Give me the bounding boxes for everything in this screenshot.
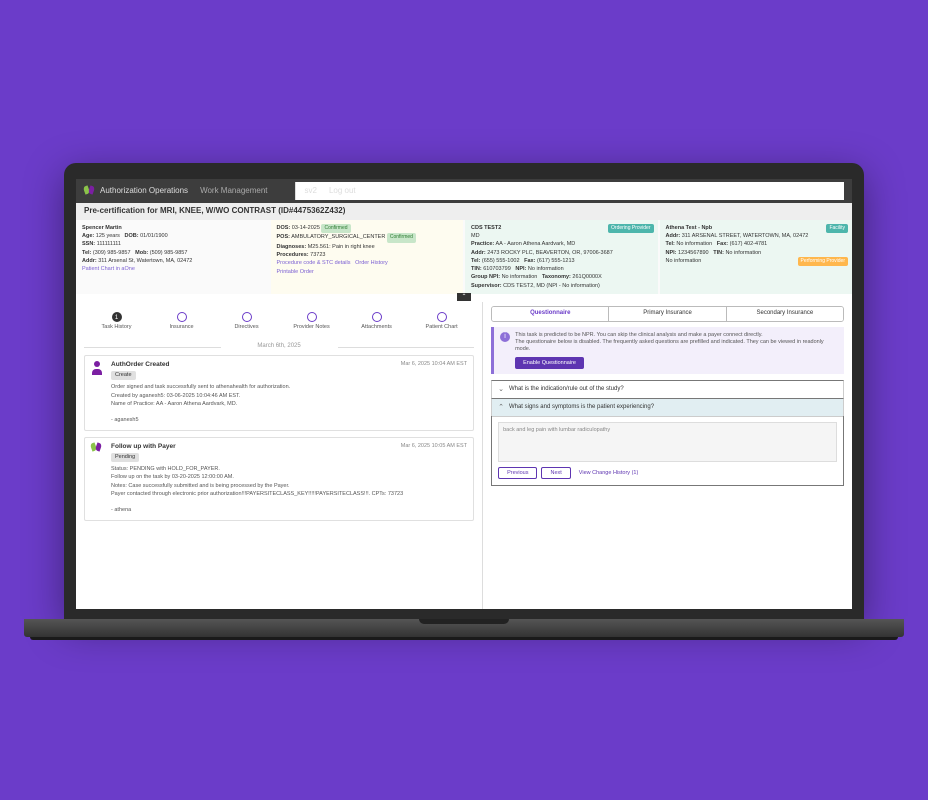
card-time: Mar 6, 2025 10:05 AM EST: [401, 443, 467, 451]
question-indication[interactable]: ⌄ What is the indication/rule out of the…: [491, 380, 844, 399]
info-icon: i: [500, 332, 510, 342]
question-panel: back and leg pain with lumbar radiculopa…: [491, 416, 844, 486]
leaf-icon: [91, 443, 101, 453]
date-divider: March 6th, 2025: [84, 343, 474, 351]
facility-panel: Facility Athena Test - Npb Addr: 311 ARS…: [660, 220, 853, 294]
step-patient-chart[interactable]: Patient Chart: [409, 312, 474, 331]
stepper: 1Task History Insurance Directives Provi…: [84, 306, 474, 337]
tab-questionnaire[interactable]: Questionnaire: [492, 307, 609, 321]
card-title: AuthOrder Created: [111, 361, 170, 369]
patient-panel: Spencer Martin Age: 125 years DOB: 01/01…: [76, 220, 269, 294]
proc-details-link[interactable]: Procedure code & STC details: [277, 260, 351, 266]
page-title: Pre-certification for MRI, KNEE, W/WO CO…: [76, 203, 852, 219]
nav-work-mgmt[interactable]: Work Management: [200, 186, 267, 196]
app-title: Authorization Operations: [100, 186, 188, 196]
printable-order-link[interactable]: Printable Order: [277, 269, 314, 275]
collapse-toggle[interactable]: ⌃: [457, 293, 471, 301]
person-icon: [91, 361, 103, 373]
topbar: Authorization Operations Work Management…: [76, 179, 852, 203]
ordering-provider-badge: Ordering Provider: [608, 224, 653, 234]
event-card-followup: Follow up with Payer Mar 6, 2025 10:05 A…: [84, 437, 474, 521]
card-title: Follow up with Payer: [111, 443, 176, 451]
question-symptoms[interactable]: ⌃ What signs and symptoms is the patient…: [491, 398, 844, 417]
ordering-provider-panel: Ordering Provider CDS TEST2 MD Practice:…: [465, 220, 658, 294]
right-tabs: Questionnaire Primary Insurance Secondar…: [491, 306, 844, 322]
info-panels: Spencer Martin Age: 125 years DOB: 01/01…: [76, 220, 852, 294]
tab-primary-insurance[interactable]: Primary Insurance: [609, 307, 726, 321]
npr-alert: i This task is predicted to be NPR. You …: [491, 327, 844, 374]
step-task-history[interactable]: 1Task History: [84, 312, 149, 331]
facility-badge: Facility: [826, 224, 848, 234]
chevron-up-icon: ⌃: [498, 403, 504, 412]
logout-link[interactable]: Log out: [329, 186, 356, 196]
step-attachments[interactable]: Attachments: [344, 312, 409, 331]
previous-button[interactable]: Previous: [498, 467, 537, 479]
next-button[interactable]: Next: [541, 467, 570, 479]
event-card-authorder: AuthOrder Created Mar 6, 2025 10:04 AM E…: [84, 355, 474, 431]
chevron-down-icon: ⌄: [498, 385, 504, 394]
symptoms-textarea[interactable]: back and leg pain with lumbar radiculopa…: [498, 422, 837, 462]
order-panel: DOS: 03-14-2025 Confirmed POS: AMBULATOR…: [271, 220, 464, 294]
step-directives[interactable]: Directives: [214, 312, 279, 331]
user-badge[interactable]: sv2: [304, 186, 316, 196]
logo-icon: [84, 186, 94, 196]
tab-secondary-insurance[interactable]: Secondary Insurance: [727, 307, 843, 321]
enable-questionnaire-button[interactable]: Enable Questionnaire: [515, 357, 584, 369]
status-tag: Pending: [111, 453, 139, 462]
step-insurance[interactable]: Insurance: [149, 312, 214, 331]
patient-name: Spencer Martin: [82, 225, 122, 231]
order-history-link[interactable]: Order History: [355, 260, 388, 266]
status-tag: Create: [111, 371, 136, 380]
change-history-link[interactable]: View Change History (1): [579, 470, 639, 477]
step-provider-notes[interactable]: Provider Notes: [279, 312, 344, 331]
performing-provider-badge: Performing Provider: [798, 257, 848, 267]
card-time: Mar 6, 2025 10:04 AM EST: [401, 361, 467, 369]
laptop-base: [24, 619, 904, 637]
patient-chart-link[interactable]: Patient Chart in aOne: [82, 266, 135, 272]
